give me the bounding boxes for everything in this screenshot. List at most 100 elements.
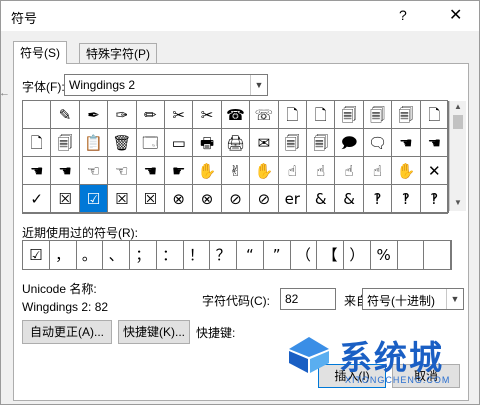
symbol-cell[interactable]: ☛ <box>165 157 194 185</box>
symbol-cell[interactable]: ‽ <box>363 185 393 213</box>
chevron-down-icon[interactable]: ▼ <box>250 75 267 95</box>
font-select[interactable]: Wingdings 2 ▼ <box>64 74 268 96</box>
symbol-cell[interactable]: ☚ <box>51 157 80 185</box>
symbol-cell[interactable]: 🗑 <box>108 129 137 157</box>
recent-symbol-cell[interactable] <box>424 241 451 269</box>
recent-symbol-cell[interactable]: 。 <box>77 241 104 269</box>
recent-symbol-cell[interactable]: “ <box>237 241 264 269</box>
symbol-cell[interactable]: ✕ <box>420 157 449 185</box>
from-value: 符号(十进制) <box>367 294 435 308</box>
symbol-cell[interactable]: ☝ <box>307 157 336 185</box>
symbol-cell[interactable]: ⊗ <box>193 185 222 213</box>
symbol-cell[interactable] <box>23 101 52 129</box>
symbol-cell[interactable]: ✂ <box>165 101 194 129</box>
recent-symbol-cell[interactable]: ： <box>157 241 184 269</box>
recent-symbol-cell[interactable]: （ <box>291 241 318 269</box>
symbol-cell[interactable]: ☒ <box>51 185 80 213</box>
symbol-cell[interactable]: ☚ <box>136 157 165 185</box>
symbol-cell[interactable]: 🗩 <box>335 129 364 157</box>
symbol-cell[interactable]: ✓ <box>23 185 52 213</box>
recent-symbol-cell[interactable]: ， <box>50 241 77 269</box>
watermark: 系统城 XITONGCHENG.COM <box>287 331 467 391</box>
symbol-cell[interactable]: 🗨 <box>363 129 393 157</box>
symbol-cell[interactable]: ☏ <box>250 101 279 129</box>
symbol-cell[interactable]: ☑ <box>79 185 109 213</box>
recent-symbol-cell[interactable]: % <box>371 241 398 269</box>
symbol-cell[interactable]: ‽ <box>392 185 421 213</box>
recent-symbol-cell[interactable]: ” <box>264 241 291 269</box>
symbol-cell[interactable]: ✂ <box>193 101 222 129</box>
symbol-dialog: 符号 ? ✕ 符号(S) 特殊字符(P) 字体(F): Wingdings 2 … <box>0 0 480 405</box>
symbol-cell[interactable]: ☜ <box>108 157 137 185</box>
tab-symbols[interactable]: 符号(S) <box>13 41 67 64</box>
symbol-cell[interactable]: 🗋 <box>278 101 307 129</box>
symbol-cell[interactable]: ✋ <box>193 157 222 185</box>
recent-symbol-cell[interactable]: ！ <box>184 241 211 269</box>
symbol-cell[interactable]: ☚ <box>420 129 449 157</box>
symbol-cell[interactable]: ☒ <box>136 185 165 213</box>
symbol-cell[interactable]: ✏ <box>136 101 165 129</box>
symbol-cell[interactable]: 🗋 <box>307 101 336 129</box>
symbol-cell[interactable]: 🖨 <box>221 129 251 157</box>
symbol-cell[interactable]: 📋 <box>79 129 109 157</box>
symbol-cell[interactable]: 🗐 <box>335 101 364 129</box>
shortcut-key-button[interactable]: 快捷键(K)... <box>118 320 190 344</box>
symbol-cell[interactable]: 🗋 <box>23 129 52 157</box>
watermark-subtext: XITONGCHENG.COM <box>345 375 451 385</box>
symbol-cell[interactable]: ☚ <box>23 157 52 185</box>
symbol-cell[interactable]: 🗐 <box>278 129 307 157</box>
symbol-cell[interactable]: ☜ <box>79 157 109 185</box>
symbol-cell[interactable]: ✒ <box>79 101 109 129</box>
recent-symbol-cell[interactable]: 【 <box>317 241 344 269</box>
help-button[interactable]: ? <box>399 7 407 23</box>
recent-symbol-cell[interactable]: ？ <box>210 241 237 269</box>
symbol-cell[interactable]: 🗋 <box>420 101 449 129</box>
font-value: Wingdings 2 <box>69 78 136 92</box>
symbol-cell[interactable]: ⊘ <box>221 185 251 213</box>
symbol-cell[interactable]: ✉ <box>250 129 279 157</box>
symbol-cell[interactable]: ✌ <box>221 157 251 185</box>
symbol-cell[interactable]: 🗐 <box>392 101 421 129</box>
symbol-cell[interactable]: ⊗ <box>165 185 194 213</box>
recent-symbol-cell[interactable] <box>398 241 425 269</box>
char-code-input[interactable]: 82 <box>280 288 336 310</box>
symbol-cell[interactable]: 🖶 <box>193 129 222 157</box>
unicode-name-label: Unicode 名称: <box>22 282 97 296</box>
symbol-cell[interactable]: er <box>278 185 307 213</box>
autocorrect-button[interactable]: 自动更正(A)... <box>22 320 112 344</box>
symbol-cell[interactable]: 🗐 <box>51 129 80 157</box>
scroll-down-icon[interactable]: ▼ <box>450 198 466 207</box>
symbol-cell[interactable]: ‽ <box>420 185 449 213</box>
symbol-cell[interactable]: ✎ <box>51 101 80 129</box>
symbol-cell[interactable]: ☝ <box>363 157 393 185</box>
symbol-cell[interactable]: 🗔 <box>136 129 165 157</box>
symbol-cell[interactable]: ✋ <box>392 157 421 185</box>
from-select[interactable]: 符号(十进制) ▼ <box>362 288 464 310</box>
symbol-cell[interactable]: ✑ <box>108 101 137 129</box>
char-code-label: 字符代码(C): <box>202 294 270 308</box>
title-bar: 符号 ? ✕ <box>1 1 479 31</box>
tab-special-characters[interactable]: 特殊字符(P) <box>79 43 157 64</box>
recent-symbol-cell[interactable]: ） <box>344 241 371 269</box>
chevron-down-icon[interactable]: ▼ <box>446 289 463 309</box>
symbol-cell[interactable]: ▭ <box>165 129 194 157</box>
symbol-cell[interactable]: ☝ <box>278 157 307 185</box>
symbol-cell[interactable]: & <box>307 185 336 213</box>
recent-symbol-cell[interactable]: ； <box>130 241 157 269</box>
symbol-cell[interactable]: 🗐 <box>363 101 393 129</box>
symbol-cell[interactable]: 🗐 <box>307 129 336 157</box>
symbol-cell[interactable]: ✋ <box>250 157 279 185</box>
recent-symbol-cell[interactable]: 、 <box>103 241 130 269</box>
symbol-cell[interactable]: ☎ <box>221 101 251 129</box>
symbol-cell[interactable]: ☒ <box>108 185 137 213</box>
symbol-cell[interactable]: ☝ <box>335 157 364 185</box>
recent-symbols-label: 近期使用过的符号(R): <box>22 226 138 240</box>
close-button[interactable]: ✕ <box>449 5 462 25</box>
symbol-cell[interactable]: & <box>335 185 364 213</box>
recent-symbol-cell[interactable]: ☑ <box>23 241 50 269</box>
symbol-grid-scrollbar[interactable]: ▲ ▼ <box>449 101 466 211</box>
symbol-cell[interactable]: ⊘ <box>250 185 279 213</box>
scroll-up-icon[interactable]: ▲ <box>450 102 466 111</box>
scroll-thumb[interactable] <box>453 115 463 129</box>
symbol-cell[interactable]: ☚ <box>392 129 421 157</box>
